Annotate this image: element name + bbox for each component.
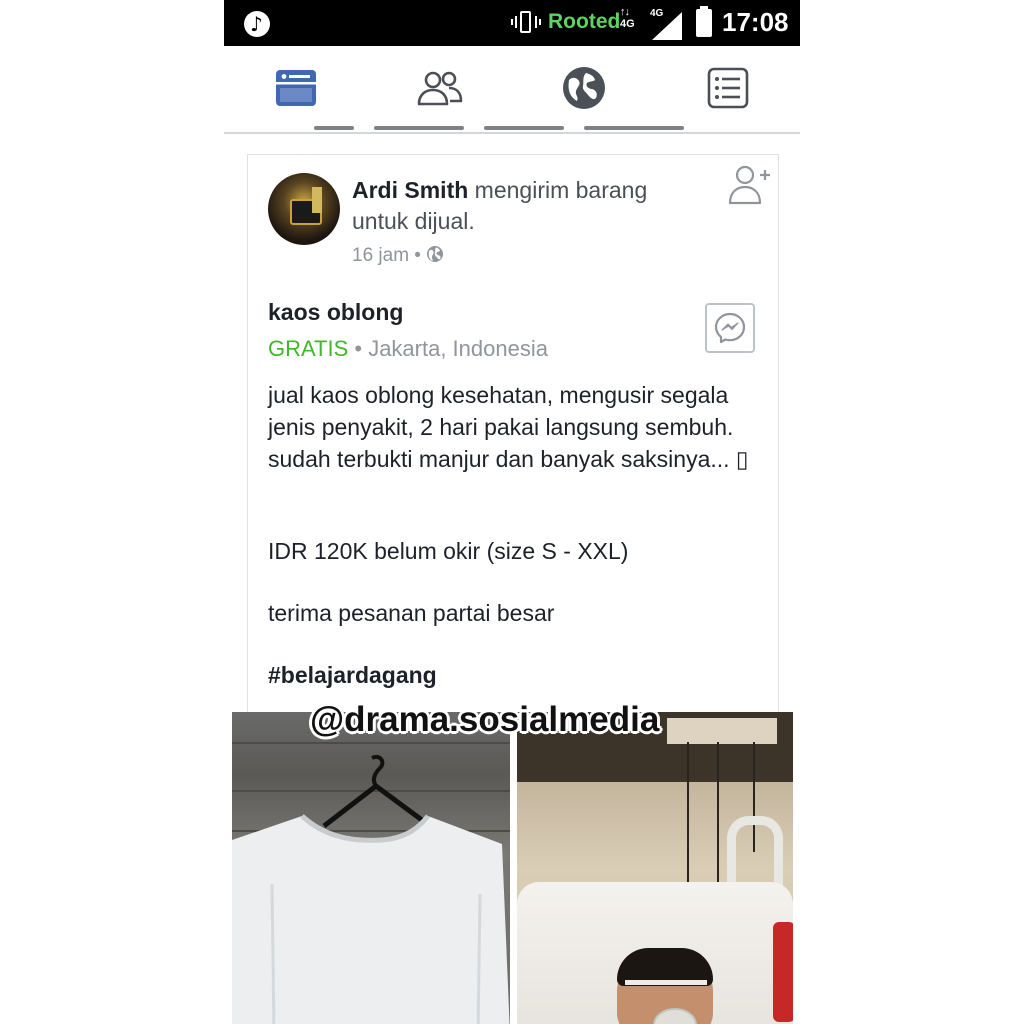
network-type-icon: ↑↓ 4G	[620, 6, 642, 40]
avatar[interactable]	[268, 173, 340, 245]
messenger-icon	[714, 312, 746, 344]
vibrate-icon	[511, 10, 541, 36]
item-location: • Jakarta, Indonesia	[348, 336, 548, 361]
post-meta: 16 jam •	[352, 245, 444, 267]
phone-screen: Rooted ↑↓ 4G 4G 17:08	[224, 0, 800, 1024]
music-notification-icon	[244, 11, 270, 37]
tab-friend-requests[interactable]	[416, 64, 464, 112]
battery-icon	[696, 6, 712, 37]
tshirt-shape	[232, 814, 510, 1024]
network-type-label: 4G	[620, 18, 635, 30]
post-photo-hospital[interactable]	[517, 712, 793, 1024]
tab-notifications[interactable]	[560, 64, 608, 112]
watermark-text: @drama.sosialmedia	[310, 700, 660, 739]
clipped-previous-text	[314, 120, 694, 134]
add-friend-icon[interactable]	[728, 163, 772, 205]
post-time[interactable]: 16 jam	[352, 245, 409, 266]
signal-icon: 4G	[646, 8, 682, 40]
messenger-button[interactable]	[705, 303, 755, 353]
friends-icon	[417, 71, 463, 106]
news-feed-icon	[276, 70, 316, 106]
post-order-line: terima pesanan partai besar	[268, 600, 555, 626]
item-price-location: GRATIS • Jakarta, Indonesia	[268, 336, 548, 362]
clock: 17:08	[722, 7, 789, 37]
author-name[interactable]: Ardi Smith	[352, 177, 468, 203]
public-globe-icon	[427, 246, 444, 262]
post-price-line: IDR 120K belum okir (size S - XXL)	[268, 538, 629, 564]
data-arrows: ↑↓	[620, 6, 630, 18]
status-bar: Rooted ↑↓ 4G 4G 17:08	[224, 0, 800, 46]
post-photo-tshirt[interactable]	[232, 712, 510, 1024]
marketplace-post-card: Ardi Smith mengirim barang untuk dijual.…	[247, 154, 779, 715]
post-header: Ardi Smith mengirim barang untuk dijual.	[352, 175, 692, 237]
tab-news-feed[interactable]	[272, 64, 320, 112]
tab-menu[interactable]	[704, 64, 752, 112]
post-hashtag[interactable]: #belajardagang	[268, 659, 437, 691]
signal-label: 4G	[650, 8, 664, 19]
globe-icon	[563, 67, 605, 109]
item-price: GRATIS	[268, 336, 349, 361]
post-description: jual kaos oblong kesehatan, mengusir seg…	[268, 382, 749, 472]
rooted-label: Rooted	[548, 10, 621, 33]
meta-separator: •	[409, 245, 427, 266]
item-title: kaos oblong	[268, 299, 404, 325]
menu-list-icon	[707, 67, 749, 109]
